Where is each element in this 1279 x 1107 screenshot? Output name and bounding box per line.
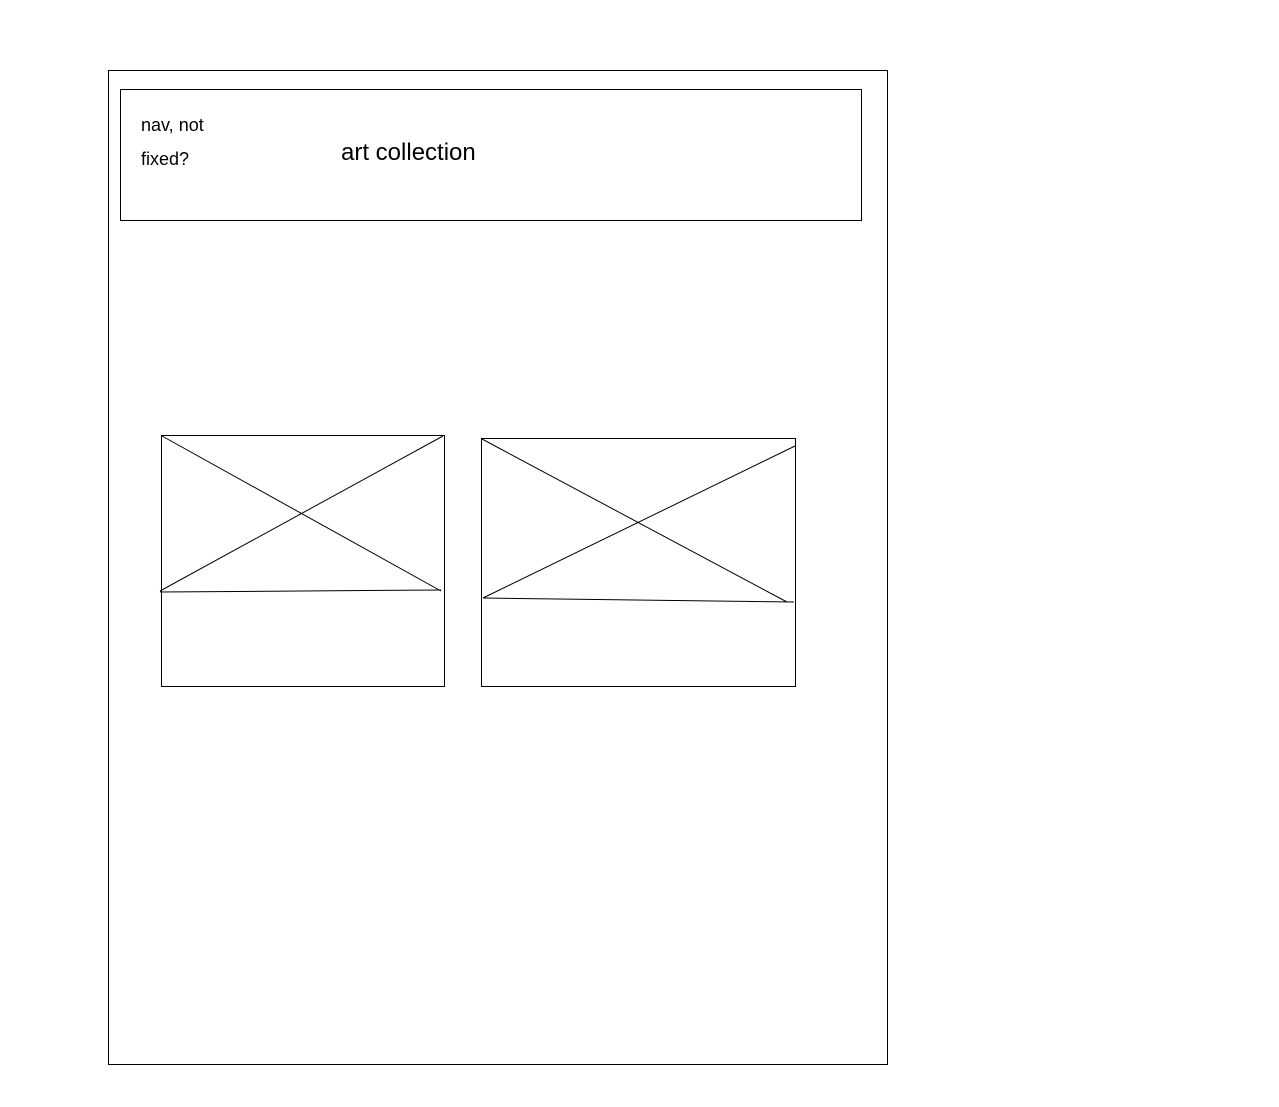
art-card-1[interactable] bbox=[161, 435, 445, 687]
page-title: art collection bbox=[341, 139, 476, 166]
nav-note: nav, not fixed? bbox=[141, 115, 204, 169]
art-card-2[interactable] bbox=[481, 438, 796, 687]
